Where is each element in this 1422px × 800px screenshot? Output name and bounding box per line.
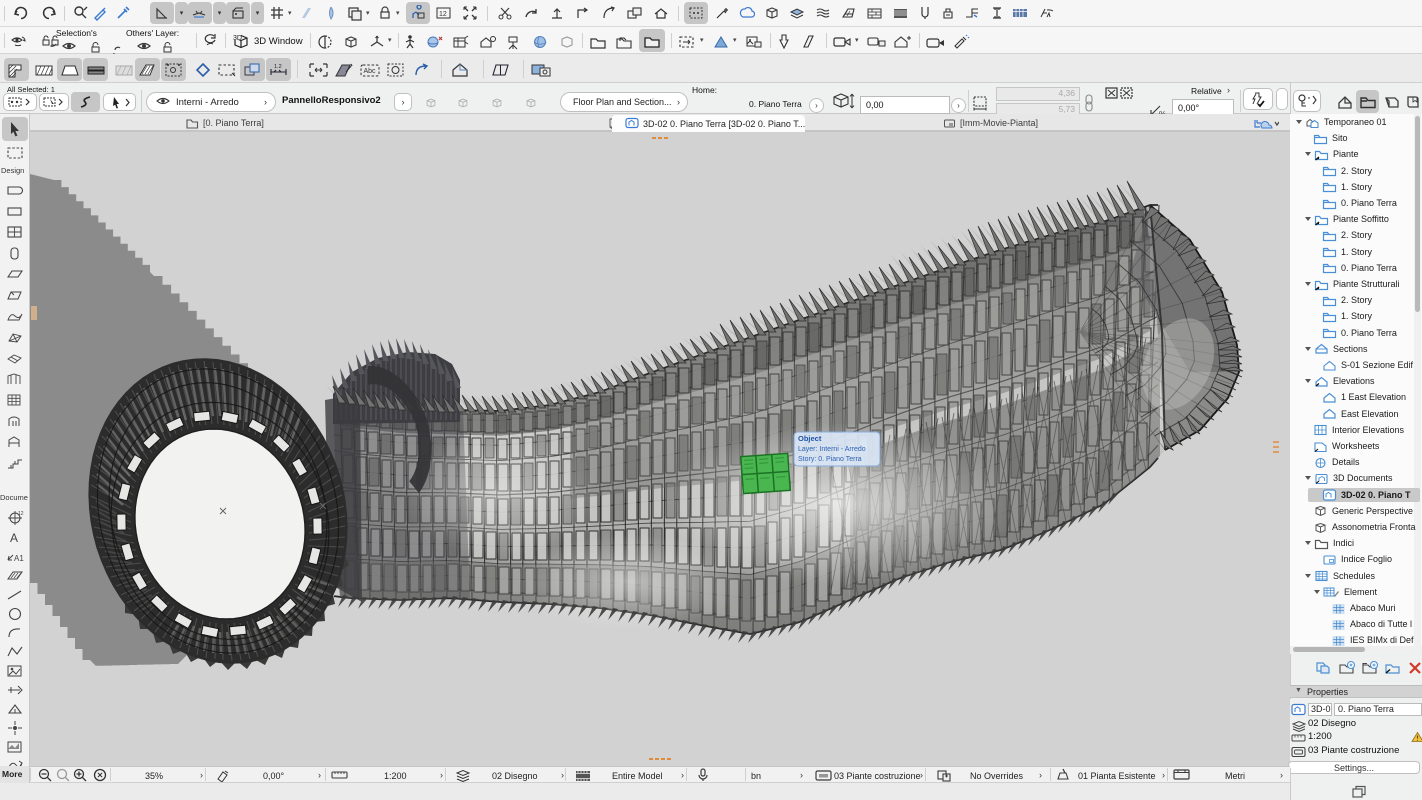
- svg-text:Story: 0. Piano Terra: Story: 0. Piano Terra: [798, 456, 862, 463]
- svg-text:Object: Object: [798, 434, 822, 443]
- svg-text:Abc: Abc: [363, 68, 376, 75]
- svg-text:A1: A1: [14, 554, 24, 563]
- svg-text:12: 12: [18, 511, 24, 517]
- svg-text:A: A: [10, 531, 18, 545]
- svg-text:1.2: 1.2: [274, 64, 282, 70]
- svg-text:12: 12: [439, 11, 447, 18]
- svg-text:Layer: Interni - Arredo: Layer: Interni - Arredo: [798, 446, 866, 453]
- svg-text:3D: 3D: [233, 35, 242, 42]
